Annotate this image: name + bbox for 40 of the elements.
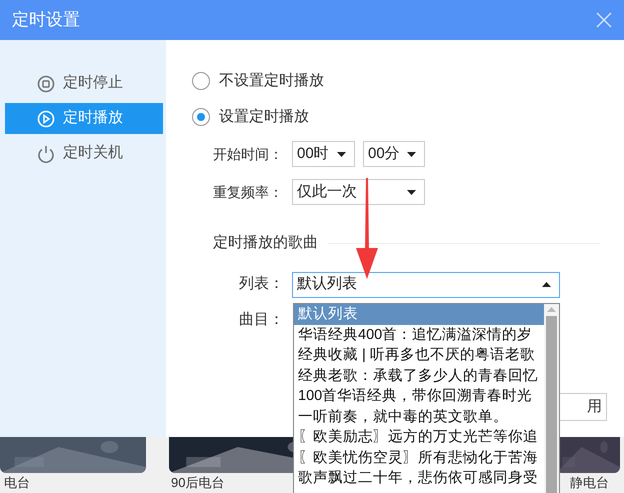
caret-icon	[337, 152, 346, 156]
field-label: 重复频率：	[213, 182, 284, 202]
tile-label: 90后电台	[170, 475, 224, 491]
dropdown-select[interactable]: 00分	[363, 141, 425, 167]
dropdown-option[interactable]: 〖欧美励志〗远方的万丈光芒等你追	[294, 427, 544, 448]
scrollbar[interactable]	[544, 304, 559, 493]
close-icon	[596, 12, 612, 28]
caret-icon	[407, 152, 416, 156]
dropdown-option[interactable]: 华语经典400首：追忆满溢深情的岁	[294, 324, 544, 345]
radio-label: 不设置定时播放	[219, 70, 324, 91]
scroll-up-icon	[547, 307, 556, 312]
apply-button[interactable]: 用	[559, 393, 607, 421]
stop-icon	[37, 74, 55, 92]
field-label: 开始时间：	[213, 144, 284, 164]
tile-label: 电台	[3, 475, 30, 491]
scrollbar-thumb[interactable]	[546, 316, 557, 493]
dropdown-select[interactable]: 默认列表	[292, 272, 560, 298]
field-label: 列表：	[238, 274, 284, 294]
radio-button[interactable]	[192, 72, 210, 90]
close-button[interactable]	[596, 12, 612, 28]
caret-icon	[407, 190, 416, 194]
power-icon	[37, 144, 55, 162]
field-label: 曲目：	[238, 310, 284, 330]
radio-label: 设置定时播放	[219, 106, 309, 127]
caret-icon	[542, 282, 551, 287]
tile-label: 静电台	[569, 475, 609, 491]
dropdown-option[interactable]: 一听前奏，就中毒的英文歌单。	[294, 406, 544, 427]
radio-button[interactable]	[192, 108, 210, 126]
dropdown-select[interactable]: 00时	[292, 141, 355, 167]
dropdown-option[interactable]: 经典老歌：承载了多少人的青春回忆	[294, 366, 544, 386]
window-title: 定时设置	[12, 9, 80, 32]
dropdown-option[interactable]: 〖欧美忧伤空灵〗所有悲恸化于苦海	[294, 448, 544, 468]
dropdown-option[interactable]: 歌声飘过二十年，悲伤依可感同身受	[294, 468, 544, 488]
dropdown-select[interactable]: 仅此一次	[292, 179, 425, 205]
section-title: 定时播放的歌曲	[213, 233, 318, 253]
play-icon	[37, 110, 55, 128]
dropdown-option[interactable]: 经典收藏 | 听再多也不厌的粤语老歌	[294, 345, 544, 366]
dropdown-option[interactable]: 100首华语经典，带你回溯青春时光	[294, 386, 544, 406]
sidebar-item[interactable]: 定时停止	[5, 68, 163, 99]
sidebar-item[interactable]: 定时关机	[5, 138, 163, 169]
